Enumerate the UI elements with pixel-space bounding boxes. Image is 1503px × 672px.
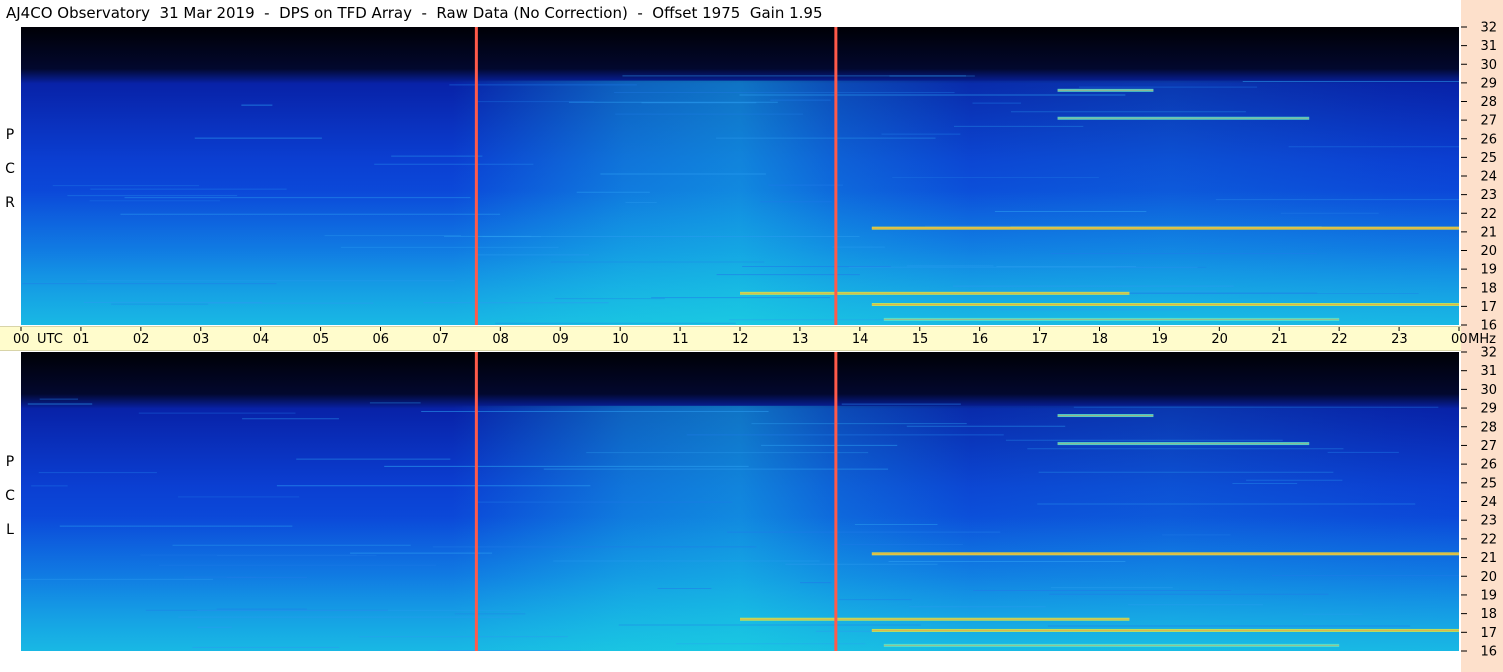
x-tick-label: 07: [432, 332, 449, 347]
y-tick-label: 17: [1480, 626, 1497, 641]
y-tick-label: 30: [1480, 383, 1497, 398]
x-tick-label: 23: [1391, 332, 1408, 347]
y-tick-label: 25: [1480, 476, 1497, 491]
x-tick-label: 09: [552, 332, 569, 347]
x-tick-label: 19: [1151, 332, 1168, 347]
spectrogram-panel: [21, 27, 1459, 325]
signal-band-core: [871, 629, 1459, 631]
signal-band-core: [883, 644, 1340, 646]
y-tick-label: 30: [1480, 58, 1497, 73]
y-tick-label: 23: [1480, 188, 1497, 203]
x-axis-unit-utc: UTC: [37, 332, 63, 347]
x-tick-label: 02: [133, 332, 150, 347]
y-tick-label: 22: [1480, 532, 1497, 547]
y-tick-label: 28: [1480, 95, 1497, 110]
x-tick-label: 04: [253, 332, 270, 347]
x-tick-label: 21: [1271, 332, 1288, 347]
y-tick-label: 31: [1480, 39, 1497, 54]
y-tick-label: 19: [1480, 588, 1497, 603]
spectrogram-chart: 32 31 30 29 28 27 26 25 24 23 22 21 20 19 18 17 16 32 31 30…: [13, 21, 1497, 660]
x-tick-label: 15: [912, 332, 929, 347]
signal-band-core: [1057, 415, 1154, 417]
x-tick-label: 12: [732, 332, 749, 347]
x-tick-label: 05: [313, 332, 330, 347]
x-tick-label: 01: [73, 332, 90, 347]
x-tick-label: 14: [852, 332, 869, 347]
y-tick-label: 32: [1480, 21, 1497, 36]
x-tick-label: 20: [1211, 332, 1228, 347]
y-tick-label: 24: [1480, 495, 1497, 510]
y-tick-label: 22: [1480, 207, 1497, 222]
panel-lowfreq-glow: [21, 352, 1459, 651]
y-tick-label: 24: [1480, 170, 1497, 185]
x-tick-label: 13: [792, 332, 809, 347]
y-tick-label: 21: [1480, 225, 1497, 240]
y-tick-label: 27: [1480, 439, 1497, 454]
signal-band-core: [871, 227, 1459, 229]
y-tick-label: 27: [1480, 114, 1497, 129]
x-tick-label: 03: [193, 332, 210, 347]
x-tick-label: 06: [373, 332, 390, 347]
signal-band-core: [1057, 443, 1310, 445]
x-tick-label: 11: [672, 332, 689, 347]
y-tick-label: 17: [1480, 300, 1497, 315]
x-tick-label: 16: [972, 332, 989, 347]
signal-band-core: [883, 318, 1340, 320]
y-tick-label: 16: [1480, 645, 1497, 660]
x-tick-label: 18: [1092, 332, 1109, 347]
y-tick-label: 31: [1480, 364, 1497, 379]
y-tick-label: 18: [1480, 281, 1497, 296]
y-tick-label: 29: [1480, 76, 1497, 91]
y-tick-label: 32: [1480, 346, 1497, 361]
y-tick-label: 23: [1480, 514, 1497, 529]
y-tick-label: 21: [1480, 551, 1497, 566]
signal-band-core: [740, 292, 1130, 294]
x-tick-label: 08: [492, 332, 509, 347]
y-tick-label: 19: [1480, 263, 1497, 278]
signal-band-core: [1057, 117, 1310, 119]
spectrogram-panel: [21, 352, 1459, 652]
y-tick-label: 18: [1480, 607, 1497, 622]
x-tick-label: 22: [1331, 332, 1348, 347]
y-tick-label: 28: [1480, 420, 1497, 435]
y-tick-label: 25: [1480, 151, 1497, 166]
signal-band-core: [871, 304, 1459, 306]
y-tick-label: 26: [1480, 458, 1497, 473]
signal-band-core: [740, 618, 1130, 620]
y-tick-label: 26: [1480, 132, 1497, 147]
signal-band-core: [1057, 89, 1154, 91]
x-tick-label: 17: [1032, 332, 1049, 347]
x-tick-label: 10: [612, 332, 629, 347]
y-tick-label: 20: [1480, 570, 1497, 585]
y-axis-unit-mhz: MHz: [1468, 332, 1496, 347]
x-tick-label: 00: [13, 332, 30, 347]
y-tick-label: 29: [1480, 402, 1497, 417]
signal-band-core: [871, 553, 1459, 555]
y-tick-label: 20: [1480, 244, 1497, 259]
x-tick-label: 00: [1451, 332, 1468, 347]
